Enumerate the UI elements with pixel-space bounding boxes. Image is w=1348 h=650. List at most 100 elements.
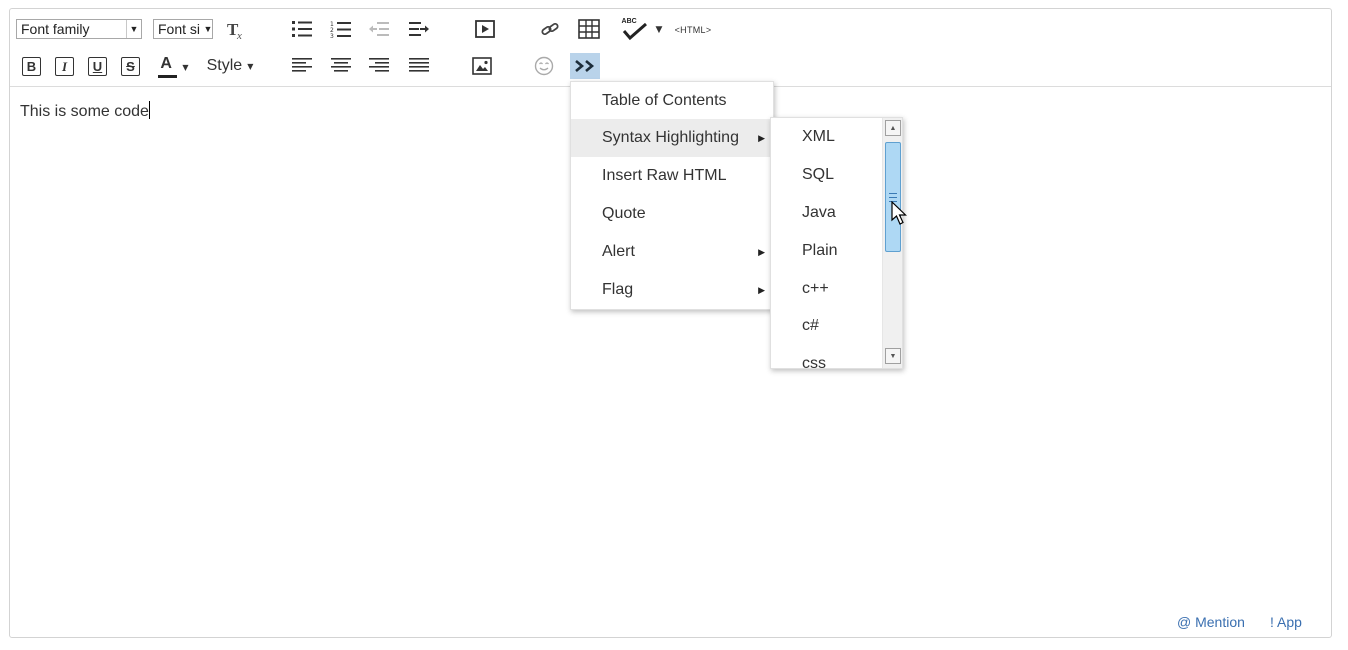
more-chevrons-icon xyxy=(575,60,595,72)
caret-right-icon: ▶ xyxy=(758,285,765,295)
insert-media-icon xyxy=(475,20,495,38)
menu-item-label: Syntax Highlighting xyxy=(602,129,739,146)
editor-content-area[interactable]: This is some code xyxy=(20,101,150,121)
underline-button[interactable]: U xyxy=(87,56,108,77)
submenu-item-java[interactable]: Java xyxy=(771,194,881,232)
bold-icon: B xyxy=(22,57,41,76)
chevron-down-icon: ▼ xyxy=(182,62,189,72)
bullet-list-button[interactable] xyxy=(289,17,315,41)
table-button[interactable] xyxy=(576,17,602,41)
emoticon-icon xyxy=(534,56,554,76)
html-source-button[interactable]: <HTML> xyxy=(670,21,716,39)
font-size-value: Font si xyxy=(158,21,201,37)
align-left-button[interactable] xyxy=(289,55,315,77)
spellcheck-icon: ABC xyxy=(620,18,652,42)
submenu-item-label: Plain xyxy=(802,242,838,259)
svg-text:3: 3 xyxy=(330,33,334,39)
submenu-item-label: XML xyxy=(802,128,835,145)
font-size-select[interactable]: Font si ▼ xyxy=(153,19,213,39)
submenu-item-xml[interactable]: XML xyxy=(771,118,881,156)
submenu-item-cpp[interactable]: c++ xyxy=(771,270,881,308)
html-source-label: <HTML> xyxy=(674,25,712,35)
insert-image-button[interactable] xyxy=(469,55,495,77)
menu-item-alert[interactable]: Alert ▶ xyxy=(571,233,773,271)
menu-item-label: Alert xyxy=(602,243,635,260)
chevron-down-icon: ▼ xyxy=(247,61,254,71)
menu-item-label: Flag xyxy=(602,281,634,298)
indent-button[interactable] xyxy=(406,17,432,41)
italic-button[interactable]: I xyxy=(54,56,75,77)
submenu-item-label: c# xyxy=(802,317,819,334)
caret-right-icon: ▶ xyxy=(758,247,765,257)
scroll-down-button[interactable]: ▼ xyxy=(885,348,901,364)
menu-item-label: Insert Raw HTML xyxy=(602,167,727,184)
table-icon xyxy=(578,19,600,39)
clear-formatting-button[interactable]: T x xyxy=(224,17,250,43)
chevron-down-icon: ▼ xyxy=(126,20,141,38)
link-icon xyxy=(541,22,559,36)
menu-item-label: Quote xyxy=(602,205,646,222)
clear-formatting-icon: T x xyxy=(227,20,242,40)
chevron-down-icon: ▼ xyxy=(655,25,663,35)
submenu-item-sql[interactable]: SQL xyxy=(771,156,881,194)
link-button[interactable] xyxy=(537,17,563,41)
menu-item-label: Table of Contents xyxy=(602,92,727,109)
align-left-icon xyxy=(292,58,312,72)
font-family-value: Font family xyxy=(21,21,90,37)
submenu-item-csharp[interactable]: c# xyxy=(771,307,881,345)
bullet-list-icon xyxy=(292,21,312,37)
bold-button[interactable]: B xyxy=(21,56,42,77)
menu-item-quote[interactable]: Quote xyxy=(571,195,773,233)
strikethrough-icon: S xyxy=(121,57,140,76)
justify-icon xyxy=(409,58,429,72)
submenu-item-label: Java xyxy=(802,204,836,221)
emoticon-button[interactable] xyxy=(531,55,557,77)
mention-link[interactable]: @ Mention xyxy=(1177,614,1245,630)
menu-item-flag[interactable]: Flag ▶ xyxy=(571,271,773,309)
caret-up-icon: ▲ xyxy=(889,124,897,132)
caret-right-icon: ▶ xyxy=(758,133,765,143)
style-dropdown[interactable]: Style ▼ xyxy=(202,55,258,77)
caret-down-icon: ▼ xyxy=(889,352,897,360)
submenu-item-css[interactable]: css xyxy=(771,345,881,369)
text-color-button[interactable]: A ▼ xyxy=(154,53,192,81)
align-right-button[interactable] xyxy=(366,55,392,77)
submenu-item-label: SQL xyxy=(802,166,835,183)
insert-image-icon xyxy=(472,57,492,75)
italic-icon: I xyxy=(55,57,74,76)
submenu-item-label: css xyxy=(802,355,826,369)
submenu-item-plain[interactable]: Plain xyxy=(771,232,881,270)
scroll-up-button[interactable]: ▲ xyxy=(885,120,901,136)
chevron-down-icon: ▼ xyxy=(204,20,212,38)
justify-button[interactable] xyxy=(406,55,432,77)
menu-item-table-of-contents[interactable]: Table of Contents xyxy=(571,82,773,120)
editor-text: This is some code xyxy=(20,103,149,120)
style-label: Style xyxy=(206,57,243,74)
svg-text:x: x xyxy=(236,30,242,40)
spellcheck-button[interactable]: ABC ▼ xyxy=(615,17,667,43)
indent-icon xyxy=(409,22,429,36)
scrollbar-thumb[interactable] xyxy=(885,142,901,252)
align-right-icon xyxy=(369,58,389,72)
more-options-menu: Table of Contents Syntax Highlighting ▶ … xyxy=(570,81,774,310)
menu-item-syntax-highlighting[interactable]: Syntax Highlighting ▶ xyxy=(571,119,773,157)
more-options-button[interactable] xyxy=(570,53,600,79)
menu-item-insert-raw-html[interactable]: Insert Raw HTML xyxy=(571,157,773,195)
align-center-icon xyxy=(331,58,351,72)
app-link[interactable]: ! App xyxy=(1270,614,1302,630)
outdent-button[interactable] xyxy=(366,17,392,41)
outdent-icon xyxy=(369,22,389,36)
text-color-icon: A xyxy=(157,54,178,80)
numbered-list-icon: 1 2 3 xyxy=(330,21,351,39)
submenu-item-label: c++ xyxy=(802,280,829,297)
insert-media-button[interactable] xyxy=(472,17,498,41)
align-center-button[interactable] xyxy=(328,55,354,77)
mouse-pointer-icon xyxy=(891,201,907,225)
syntax-highlighting-submenu: XML SQL Java Plain c++ c# css ▲ ▼ xyxy=(770,117,903,369)
font-family-select[interactable]: Font family ▼ xyxy=(16,19,142,39)
numbered-list-button[interactable]: 1 2 3 xyxy=(328,17,354,41)
submenu-scrollbar[interactable]: ▲ ▼ xyxy=(882,118,902,368)
text-caret xyxy=(148,101,150,119)
underline-icon: U xyxy=(88,57,107,76)
strikethrough-button[interactable]: S xyxy=(120,56,141,77)
